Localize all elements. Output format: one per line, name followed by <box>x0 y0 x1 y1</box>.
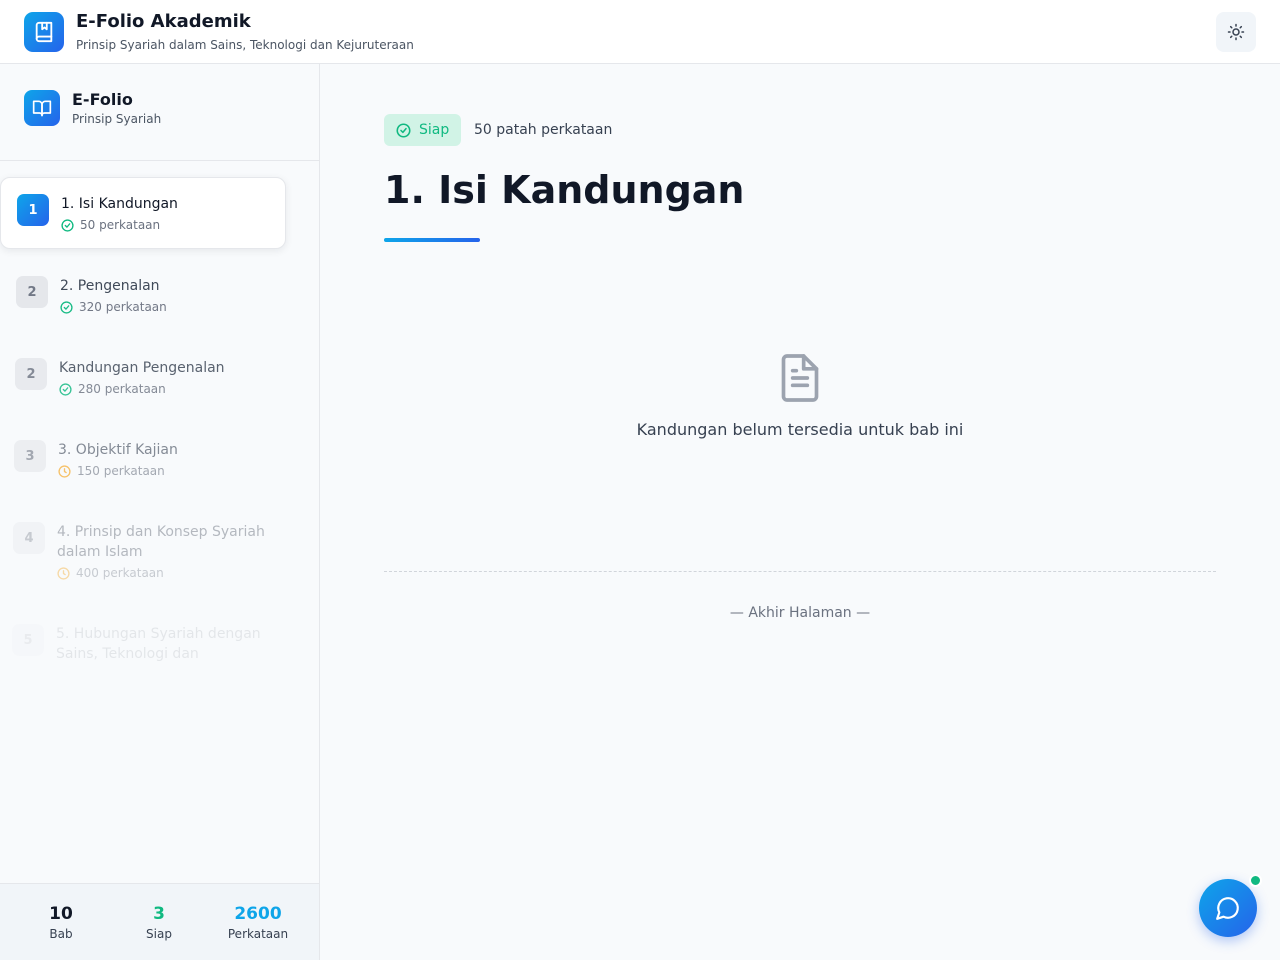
stat-value: 10 <box>49 904 73 924</box>
stat-value: 3 <box>153 904 165 924</box>
sidebar-subtitle: Prinsip Syariah <box>72 112 162 126</box>
chapter-word-count: 50 perkataan <box>80 218 161 232</box>
app-subtitle: Prinsip Syariah dalam Sains, Teknologi d… <box>76 38 414 52</box>
end-of-page-label: — Akhir Halaman — <box>729 605 871 621</box>
stat-value: 2600 <box>234 904 282 924</box>
status-badge-label: Siap <box>419 122 450 138</box>
stat-perkataan: 2600 Perkataan <box>208 884 308 941</box>
chapter-title: 1. Isi Kandungan <box>61 196 178 212</box>
divider <box>384 571 1216 572</box>
check-circle-icon <box>61 218 74 232</box>
stat-label: Siap <box>146 927 172 941</box>
chapter-item-isi-kandungan[interactable]: 1 1. Isi Kandungan 50 perkataan <box>0 177 286 249</box>
main-content: Siap 50 patah perkataan 1. Isi Kandungan… <box>320 64 1280 960</box>
chapter-number: 5 <box>12 624 44 656</box>
chapter-item-prinsip-konsep[interactable]: 4 4. Prinsip dan Konsep Syariah dalam Is… <box>0 505 286 597</box>
empty-state-message: Kandungan belum tersedia untuk bab ini <box>636 420 964 439</box>
chapter-word-count: 150 perkataan <box>77 464 165 478</box>
chat-bubble-icon <box>1216 897 1239 920</box>
sidebar-title: E-Folio <box>72 90 133 109</box>
sidebar: E-Folio Prinsip Syariah 1 1. Isi Kandung… <box>0 64 320 960</box>
chapter-number: 1 <box>17 194 49 226</box>
chapter-title: Kandungan Pengenalan <box>59 360 225 376</box>
chapter-title: 5. Hubungan Syariah dengan Sains, Teknol… <box>56 626 261 662</box>
chapter-meta: 150 perkataan <box>58 464 165 478</box>
chapter-meta: 280 perkataan <box>59 382 166 396</box>
theme-toggle-button[interactable] <box>1216 12 1256 52</box>
chapter-number: 2 <box>15 358 47 390</box>
chapter-item-hubungan-syariah[interactable]: 5 5. Hubungan Syariah dengan Sains, Tekn… <box>0 612 286 694</box>
stat-label: Bab <box>49 927 73 941</box>
open-book-icon <box>24 90 60 126</box>
chapter-meta: 320 perkataan <box>60 300 167 314</box>
status-badge: Siap <box>384 114 462 146</box>
word-count: 50 patah perkataan <box>474 122 613 138</box>
check-circle-icon <box>59 382 72 396</box>
app-title: E-Folio Akademik <box>76 11 251 32</box>
chapter-item-pengenalan[interactable]: 2 2. Pengenalan 320 perkataan <box>0 259 286 331</box>
chapter-word-count: 400 perkataan <box>76 566 164 580</box>
stat-bab: 10 Bab <box>11 884 111 941</box>
chapter-number: 2 <box>16 276 48 308</box>
chapter-word-count: 280 perkataan <box>78 382 166 396</box>
sun-icon <box>1227 23 1245 41</box>
chapter-word-count: 320 perkataan <box>79 300 167 314</box>
title-underline <box>384 238 480 242</box>
chapter-number: 3 <box>14 440 46 472</box>
sidebar-brand: E-Folio Prinsip Syariah <box>0 64 319 161</box>
chapter-item-kandungan-pengenalan[interactable]: 2 Kandungan Pengenalan 280 perkataan <box>0 341 286 413</box>
chat-button[interactable] <box>1199 879 1257 937</box>
book-bookmark-icon <box>24 12 64 52</box>
document-icon <box>778 354 822 406</box>
chapter-title: 3. Objektif Kajian <box>58 442 178 458</box>
chapter-meta: 400 perkataan <box>57 566 164 580</box>
clock-icon <box>58 464 71 478</box>
check-circle-icon <box>60 300 73 314</box>
page-title: 1. Isi Kandungan <box>384 168 745 212</box>
stat-siap: 3 Siap <box>109 884 209 941</box>
top-header: E-Folio Akademik Prinsip Syariah dalam S… <box>0 0 1280 64</box>
online-indicator <box>1249 874 1262 887</box>
chapter-number: 4 <box>13 522 45 554</box>
chapter-meta: 50 perkataan <box>61 218 160 232</box>
check-circle-icon <box>396 122 411 138</box>
chapter-title: 4. Prinsip dan Konsep Syariah dalam Isla… <box>57 524 265 560</box>
clock-icon <box>57 566 70 580</box>
chapter-title: 2. Pengenalan <box>60 278 160 294</box>
chapter-item-objektif-kajian[interactable]: 3 3. Objektif Kajian 150 perkataan <box>0 423 286 495</box>
sidebar-stats: 10 Bab 3 Siap 2600 Perkataan <box>0 883 319 960</box>
stat-label: Perkataan <box>227 927 289 941</box>
